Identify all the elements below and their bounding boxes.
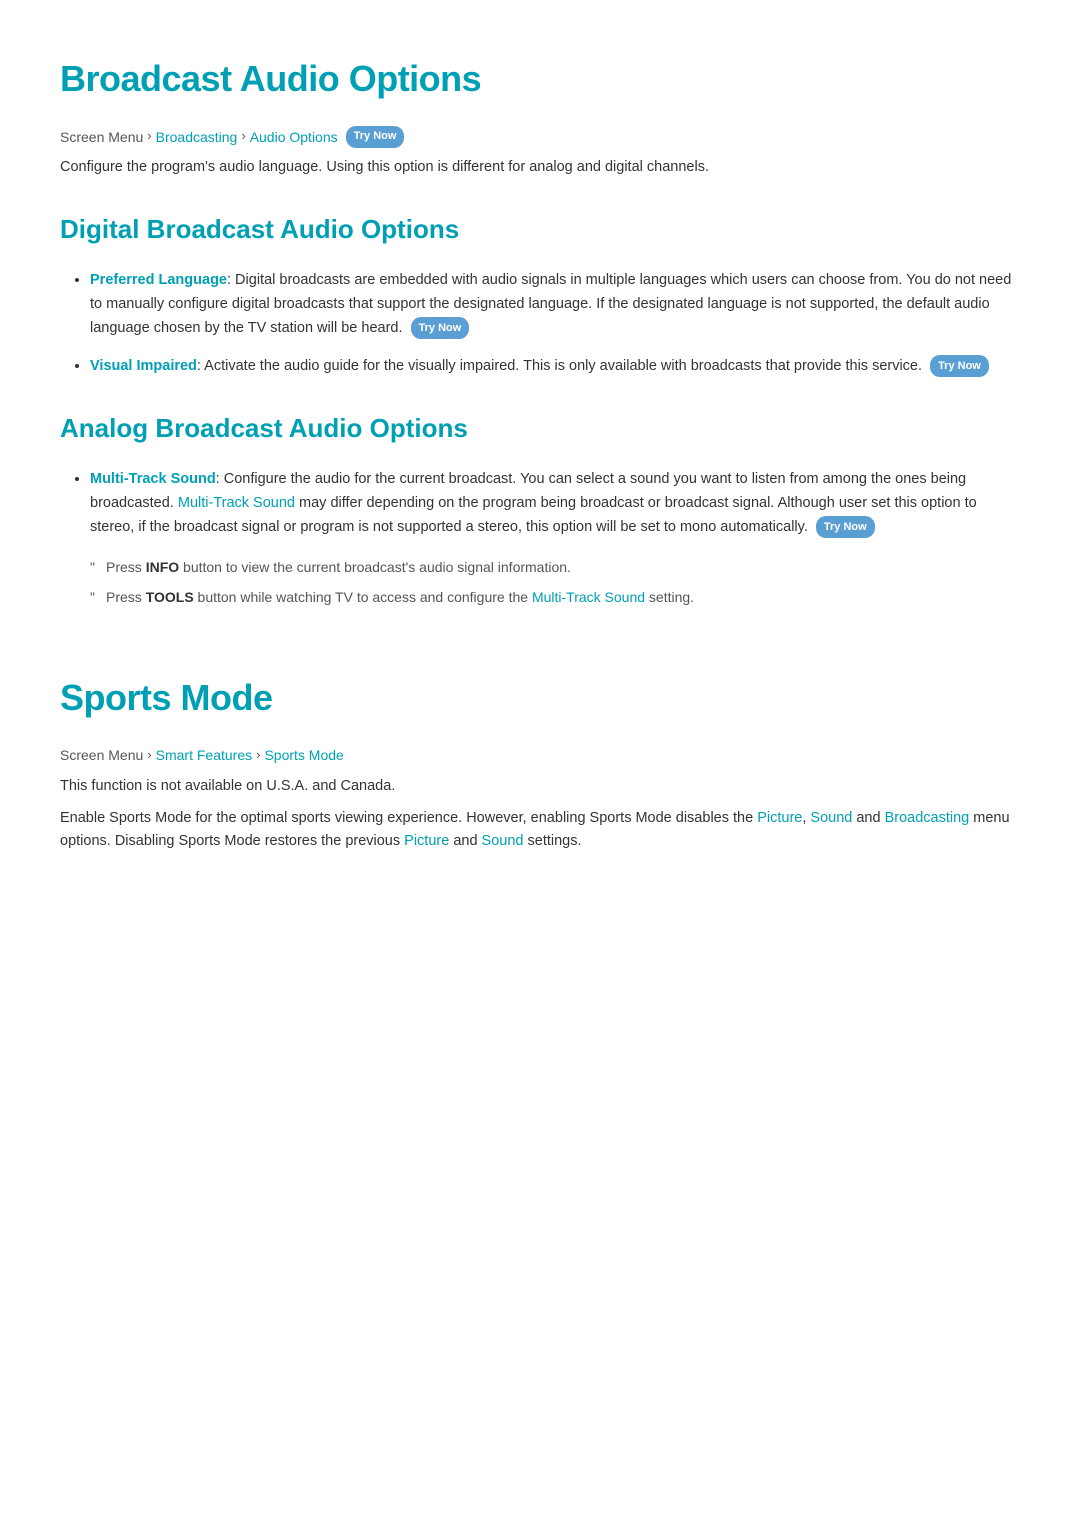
sports-mode-title: Sports Mode <box>60 669 1020 727</box>
tools-keyword: TOOLS <box>146 589 194 605</box>
visual-impaired-link[interactable]: Visual Impaired <box>90 358 197 374</box>
sports-picture-link-1[interactable]: Picture <box>757 810 802 826</box>
analog-section: Analog Broadcast Audio Options Multi-Tra… <box>60 408 1020 608</box>
sports-sound-link-2[interactable]: Sound <box>482 833 524 849</box>
preferred-language-link[interactable]: Preferred Language <box>90 272 227 288</box>
sports-breadcrumb-sep-2: › <box>256 745 260 766</box>
note-tools-text-before: Press <box>106 589 146 605</box>
sports-desc-text-5: and <box>449 833 481 849</box>
page-title: Broadcast Audio Options <box>60 50 1020 108</box>
multi-track-sound-inline-link[interactable]: Multi-Track Sound <box>178 495 295 511</box>
sports-breadcrumb-smart-features[interactable]: Smart Features <box>156 744 252 766</box>
sports-picture-link-2[interactable]: Picture <box>404 833 449 849</box>
note-tools-text-middle: button while watching TV to access and c… <box>194 589 532 605</box>
sports-mode-breadcrumb: Screen Menu › Smart Features › Sports Mo… <box>60 744 1020 766</box>
multi-track-sound-link[interactable]: Multi-Track Sound <box>90 471 216 487</box>
note-info-text-before: Press <box>106 559 146 575</box>
list-item-preferred-language: Preferred Language: Digital broadcasts a… <box>90 269 1020 341</box>
multi-track-sound-note-link[interactable]: Multi-Track Sound <box>532 589 645 605</box>
analog-note-tools: Press TOOLS button while watching TV to … <box>90 586 1020 608</box>
analog-items-list: Multi-Track Sound: Configure the audio f… <box>60 468 1020 540</box>
analog-note-info: Press INFO button to view the current br… <box>90 556 1020 578</box>
breadcrumb: Screen Menu › Broadcasting › Audio Optio… <box>60 126 1020 148</box>
sports-mode-description: Enable Sports Mode for the optimal sport… <box>60 807 1020 855</box>
sports-desc-text-3: and <box>852 810 884 826</box>
breadcrumb-item-screen-menu: Screen Menu <box>60 126 143 148</box>
try-now-badge-multi-track[interactable]: Try Now <box>816 516 875 538</box>
info-keyword: INFO <box>146 559 179 575</box>
breadcrumb-separator-1: › <box>147 126 151 147</box>
main-content: Broadcast Audio Options Screen Menu › Br… <box>60 50 1020 854</box>
sports-sound-link-1[interactable]: Sound <box>810 810 852 826</box>
broadcast-audio-section: Broadcast Audio Options Screen Menu › Br… <box>60 50 1020 609</box>
list-item-visual-impaired: Visual Impaired: Activate the audio guid… <box>90 355 1020 379</box>
note-tools-text-end: setting. <box>645 589 694 605</box>
digital-section-title: Digital Broadcast Audio Options <box>60 209 1020 251</box>
sports-breadcrumb-sports-mode[interactable]: Sports Mode <box>264 744 343 766</box>
broadcast-audio-description: Configure the program's audio language. … <box>60 156 1020 179</box>
analog-section-title: Analog Broadcast Audio Options <box>60 408 1020 450</box>
visual-impaired-text: : Activate the audio guide for the visua… <box>197 358 922 374</box>
breadcrumb-separator-2: › <box>241 126 245 147</box>
note-info-text-after: button to view the current broadcast's a… <box>179 559 571 575</box>
sports-breadcrumb-sep-1: › <box>147 745 151 766</box>
sports-desc-text-6: settings. <box>523 833 581 849</box>
sports-mode-availability: This function is not available on U.S.A.… <box>60 775 1020 799</box>
analog-notes-list: Press INFO button to view the current br… <box>60 556 1020 609</box>
sports-broadcasting-link[interactable]: Broadcasting <box>885 810 970 826</box>
sports-desc-text-1: Enable Sports Mode for the optimal sport… <box>60 810 757 826</box>
breadcrumb-link-audio-options[interactable]: Audio Options <box>250 126 338 148</box>
sports-mode-section: Sports Mode Screen Menu › Smart Features… <box>60 669 1020 855</box>
try-now-badge-visual-impaired[interactable]: Try Now <box>930 355 989 377</box>
try-now-badge-preferred-language[interactable]: Try Now <box>411 317 470 339</box>
digital-items-list: Preferred Language: Digital broadcasts a… <box>60 269 1020 379</box>
list-item-multi-track-sound: Multi-Track Sound: Configure the audio f… <box>90 468 1020 540</box>
sports-breadcrumb-screen-menu: Screen Menu <box>60 744 143 766</box>
breadcrumb-link-broadcasting[interactable]: Broadcasting <box>156 126 238 148</box>
preferred-language-text: : Digital broadcasts are embedded with a… <box>90 272 1011 336</box>
try-now-badge-header[interactable]: Try Now <box>346 126 405 148</box>
digital-section: Digital Broadcast Audio Options Preferre… <box>60 209 1020 378</box>
